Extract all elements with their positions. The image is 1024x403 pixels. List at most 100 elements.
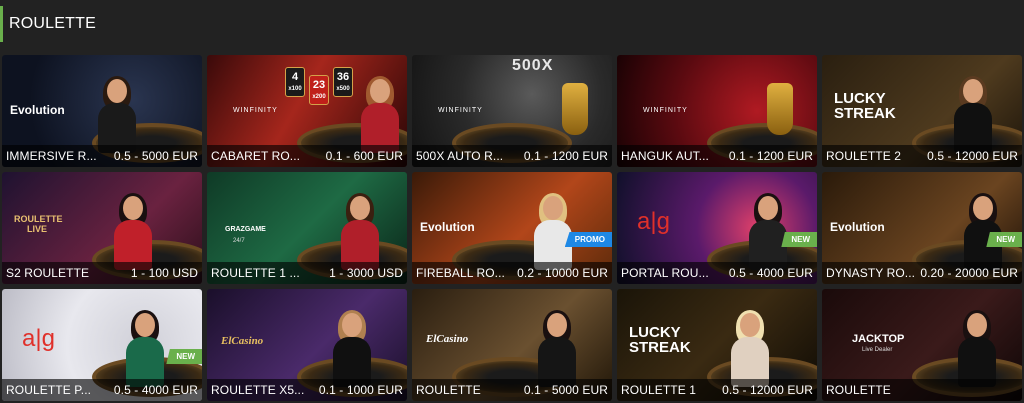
wheel-centerpiece-icon: [767, 83, 793, 135]
provider-logo: ROULETTE LIVE: [14, 214, 63, 234]
game-limits: 0.2 - 10000 EUR: [517, 266, 608, 280]
game-limits: 0.5 - 4000 EUR: [728, 266, 813, 280]
dealer-image: [122, 310, 168, 387]
game-badge: NEW: [166, 349, 202, 364]
game-name: FIREBALL RO...: [416, 266, 505, 280]
header-accent-bar: [0, 6, 3, 42]
provider-logo: a|g: [22, 325, 55, 352]
dealer-image: [110, 193, 156, 270]
game-name: IMMERSIVE R...: [6, 149, 97, 163]
game-tile[interactable]: LUCKY STREAK ROULETTE 2 0.5 - 12000 EUR: [822, 55, 1022, 167]
provider-logo: Evolution: [830, 220, 885, 234]
dealer-image: [357, 76, 403, 153]
provider-logo: Evolution: [420, 220, 475, 234]
dealer-image: [727, 310, 773, 387]
game-limits: 1 - 3000 USD: [329, 266, 403, 280]
number-card-multiplier: x100: [288, 86, 302, 92]
game-tile[interactable]: 4 x100 23 x200 36 x500 WINFINITY CABARET RO... 0…: [207, 55, 407, 167]
wheel-centerpiece-icon: [562, 83, 588, 135]
game-caption: ROULETTE 1 ... 1 - 3000 USD: [207, 262, 407, 284]
game-limits: 0.1 - 1200 EUR: [523, 149, 608, 163]
game-name: ROULETTE 2: [826, 149, 902, 163]
game-name: ROULETTE 1 ...: [211, 266, 300, 280]
dealer-image: [337, 193, 383, 270]
game-caption: ROULETTE X5... 0.1 - 1000 EUR: [207, 379, 407, 401]
game-limits: 0.20 - 20000 EUR: [920, 266, 1018, 280]
game-name: S2 ROULETTE: [6, 266, 90, 280]
game-limits: 0.5 - 4000 EUR: [113, 383, 198, 397]
game-badge: NEW: [986, 232, 1022, 247]
game-tile[interactable]: LUCKY STREAK ROULETTE 1 0.5 - 12000 EUR: [617, 289, 817, 401]
game-tile[interactable]: a|g NEW PORTAL ROU... 0.5 - 4000 EUR: [617, 172, 817, 284]
game-caption: FIREBALL RO... 0.2 - 10000 EUR: [412, 262, 612, 284]
game-caption: ROULETTE P... 0.5 - 4000 EUR: [2, 379, 202, 401]
dealer-image: [960, 193, 1006, 270]
provider-logo: JACKTOP: [852, 333, 905, 345]
game-caption: 500X AUTO R... 0.1 - 1200 EUR: [412, 145, 612, 167]
section-header: ROULETTE: [0, 0, 1024, 48]
dealer-image: [329, 310, 375, 387]
number-card-value: 23: [312, 79, 326, 91]
dealer-image: [745, 193, 791, 270]
game-tile[interactable]: ElCasino ROULETTE X5... 0.1 - 1000 EUR: [207, 289, 407, 401]
game-name: ROULETTE: [416, 383, 481, 397]
game-caption: ROULETTE 0.1 - 5000 EUR: [412, 379, 612, 401]
number-card-value: 4: [291, 71, 299, 83]
number-card-multiplier: x500: [336, 86, 350, 92]
game-name: HANGUK AUT...: [621, 149, 709, 163]
game-limits: 0.1 - 600 EUR: [325, 149, 403, 163]
game-limits: 0.1 - 1200 EUR: [728, 149, 813, 163]
game-caption: CABARET RO... 0.1 - 600 EUR: [207, 145, 407, 167]
game-name: 500X AUTO R...: [416, 149, 504, 163]
game-caption: IMMERSIVE R... 0.5 - 5000 EUR: [2, 145, 202, 167]
provider-logo: WINFINITY: [643, 107, 688, 114]
provider-logo: GRAZGAME: [225, 226, 266, 233]
dealer-image: [954, 310, 1000, 387]
game-badge: PROMO: [564, 232, 612, 247]
game-tile[interactable]: ElCasino ROULETTE 0.1 - 5000 EUR: [412, 289, 612, 401]
game-caption: ROULETTE 2 0.5 - 12000 EUR: [822, 145, 1022, 167]
game-caption: HANGUK AUT... 0.1 - 1200 EUR: [617, 145, 817, 167]
provider-logo: LUCKY STREAK: [629, 324, 691, 356]
provider-logo: LUCKY STREAK: [834, 90, 896, 122]
provider-logo: ElCasino: [221, 335, 264, 347]
provider-logo: WINFINITY: [233, 107, 278, 114]
number-card-multiplier: x200: [312, 94, 326, 100]
dealer-image: [530, 193, 576, 270]
provider-logo: a|g: [637, 208, 670, 235]
game-name: PORTAL ROU...: [621, 266, 709, 280]
game-caption: ROULETTE 1 0.5 - 12000 EUR: [617, 379, 817, 401]
game-caption: ROULETTE: [822, 379, 1022, 401]
game-name: ROULETTE P...: [6, 383, 92, 397]
provider-logo-subtitle: Live Dealer: [862, 347, 893, 353]
game-limits: 0.5 - 5000 EUR: [113, 149, 198, 163]
provider-logo: Evolution: [10, 103, 65, 117]
game-limits: 0.1 - 1000 EUR: [318, 383, 403, 397]
game-limits: 0.1 - 5000 EUR: [523, 383, 608, 397]
game-name: DYNASTY RO...: [826, 266, 916, 280]
game-grid: Evolution IMMERSIVE R... 0.5 - 5000 EUR 4 x1…: [2, 55, 1022, 401]
dealer-image: [534, 310, 580, 387]
game-tile[interactable]: Evolution PROMO FIREBALL RO... 0.2 - 10000 …: [412, 172, 612, 284]
number-card: 23 x200: [309, 75, 329, 105]
game-headline: 500X: [512, 57, 554, 74]
game-badge: NEW: [781, 232, 817, 247]
dealer-image: [94, 76, 140, 153]
game-name: ROULETTE X5...: [211, 383, 305, 397]
game-limits: 0.5 - 12000 EUR: [927, 149, 1018, 163]
dealer-image: [950, 76, 996, 153]
section-title: ROULETTE: [9, 15, 96, 32]
game-tile[interactable]: a|g NEW ROULETTE P... 0.5 - 4000 EUR: [2, 289, 202, 401]
provider-logo-subtitle: 24/7: [233, 238, 245, 244]
game-tile[interactable]: JACKTOP Live Dealer ROULETTE: [822, 289, 1022, 401]
game-tile[interactable]: Evolution IMMERSIVE R... 0.5 - 5000 EUR: [2, 55, 202, 167]
game-caption: S2 ROULETTE 1 - 100 USD: [2, 262, 202, 284]
game-caption: DYNASTY RO... 0.20 - 20000 EUR: [822, 262, 1022, 284]
game-tile[interactable]: WINFINITY HANGUK AUT... 0.1 - 1200 EUR: [617, 55, 817, 167]
game-tile[interactable]: GRAZGAME 24/7 ROULETTE 1 ... 1 - 3000 USD: [207, 172, 407, 284]
game-tile[interactable]: 500X WINFINITY 500X AUTO R... 0.1 - 1200 EU…: [412, 55, 612, 167]
game-tile[interactable]: ROULETTE LIVE S2 ROULETTE 1 - 100 USD: [2, 172, 202, 284]
game-caption: PORTAL ROU... 0.5 - 4000 EUR: [617, 262, 817, 284]
number-card: 36 x500: [333, 67, 353, 97]
game-tile[interactable]: Evolution NEW DYNASTY RO... 0.20 - 20000 EU…: [822, 172, 1022, 284]
